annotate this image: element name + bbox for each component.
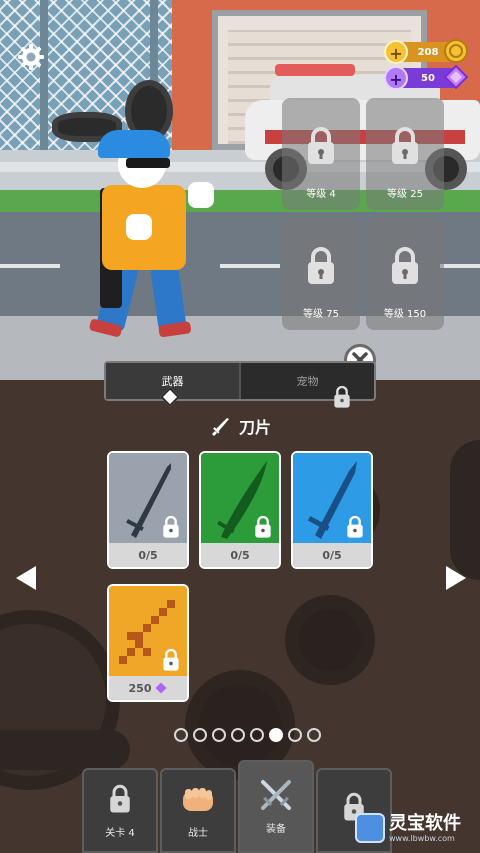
coin-amount: 208 [417,46,439,58]
background-pipe [450,440,480,580]
tab-pets[interactable]: 宠物 [239,363,374,399]
page-dot[interactable] [193,728,207,742]
gem-icon [155,682,167,694]
watermark-title: 灵宝软件 [389,812,461,834]
crossed-swords-icon [261,780,291,810]
weapon-card[interactable]: 0/5 [291,451,373,569]
slot-level-label: 等级 4 [306,189,336,200]
page-dot[interactable] [231,728,245,742]
nav-label: 装备 [266,824,286,835]
locked-slot[interactable]: 等级 25 [366,98,444,210]
card-price: 250 [109,676,187,700]
slot-level-label: 等级 150 [383,309,427,320]
nav-equipment[interactable]: 装备 [238,760,314,853]
locked-slot[interactable]: 等级 150 [366,218,444,330]
weapon-card[interactable]: 250 [107,584,189,702]
card-progress: 0/5 [201,543,279,567]
padlock-icon [392,247,418,284]
background-pipe [0,730,130,770]
watermark-url: www.lbwbw.com [389,833,455,843]
page-dot[interactable] [307,728,321,742]
padlock-icon [163,648,179,671]
weapon-card[interactable]: 0/5 [107,451,189,569]
weapon-card[interactable]: 0/5 [199,451,281,569]
background-drain [285,595,375,685]
lock-icon [110,784,130,813]
slot-level-label: 等级 75 [303,309,339,320]
fist-icon [183,788,213,811]
page-dot[interactable] [288,728,302,742]
gem-amount: 50 [421,72,435,84]
next-page-arrow[interactable] [446,566,466,590]
card-progress: 0/5 [109,543,187,567]
site-watermark: 灵宝软件 www.lbwbw.com [355,806,477,850]
gem-icon [444,65,468,89]
padlock-icon [392,127,418,164]
category-title: 刀片 [238,418,271,437]
nav-label: 战士 [188,828,208,839]
padlock-icon [334,385,350,408]
page-dot-active[interactable] [269,728,283,742]
page-dot[interactable] [250,728,264,742]
padlock-icon [163,515,179,538]
slot-level-label: 等级 25 [387,189,423,200]
coin-icon [444,39,468,63]
nav-label: 关卡 4 [105,828,135,839]
tab-label: 武器 [161,375,184,388]
page-dot[interactable] [212,728,226,742]
category-heading: 刀片 [0,414,480,438]
price-amount: 250 [128,681,152,695]
page-dot[interactable] [174,728,188,742]
watermark-logo-icon [355,813,385,843]
add-coins-button[interactable]: + [384,40,408,64]
locked-slot[interactable]: 等级 75 [282,218,360,330]
nav-levels[interactable]: 关卡 4 [82,768,158,853]
card-progress: 0/5 [293,543,371,567]
coin-counter: + 208 [384,39,468,64]
add-gems-button[interactable]: + [384,66,408,90]
padlock-icon [308,127,334,164]
padlock-icon [347,515,363,538]
page-indicator [174,728,321,742]
tab-label: 宠物 [296,375,319,388]
padlock-icon [308,247,334,284]
fence-post [40,0,48,150]
locked-slot[interactable]: 等级 4 [282,98,360,210]
padlock-icon [255,515,271,538]
previous-page-arrow[interactable] [16,566,36,590]
bottom-nav: 关卡 4 战士 装备 [82,760,397,853]
player-character [88,130,214,345]
nav-fighter[interactable]: 战士 [160,768,236,853]
gem-counter: + 50 [384,65,468,90]
blade-icon [211,418,229,436]
settings-gear-icon[interactable] [16,42,46,72]
